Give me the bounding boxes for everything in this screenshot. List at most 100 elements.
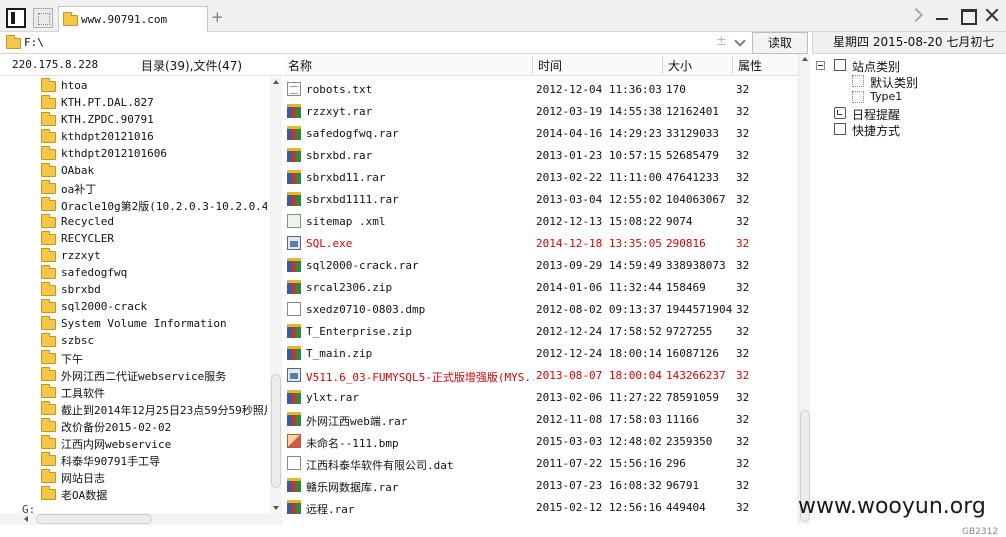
panel-toggle-icon[interactable] [6,8,26,28]
rar-file-icon [287,478,301,492]
file-attr: 32 [736,457,750,470]
scroll-left-icon[interactable] [24,516,28,522]
chevron-right-icon[interactable] [909,7,925,23]
folder-item[interactable]: kthdpt2012101606 [41,146,267,163]
file-time: 2012-12-13 15:08:22 [536,215,662,228]
category-icon [852,91,864,103]
folder-item[interactable]: Oracle10g第2版(10.2.0.3-10.2.0.4)_Z [41,197,267,214]
folder-label: 外网江西二代证webservice服务 [61,370,227,383]
file-attr: 32 [736,413,750,426]
file-row[interactable]: rzzxyt.rar 2012-03-19 14:55:38 12162401 32 [284,100,798,122]
folder-icon [41,282,56,296]
scroll-up-icon[interactable] [273,80,279,84]
file-row[interactable]: robots.txt 2012-12-04 11:36:03 170 32 [284,78,798,100]
folder-label: KTH.ZPDC.90791 [61,113,154,126]
file-row[interactable]: safedogfwq.rar 2014-04-16 14:29:23 3312903… [284,122,798,144]
file-row[interactable]: sitemap .xml 2012-12-13 15:08:22 9074 32 [284,210,798,232]
folder-item[interactable]: sql2000-crack [41,299,267,316]
file-row[interactable]: sql2000-crack.rar 2013-09-29 14:59:49 3389… [284,254,798,276]
scroll-thumb[interactable] [271,374,281,488]
scroll-up-icon[interactable] [802,57,808,61]
file-name: srcal2306.zip [306,281,393,294]
folder-item[interactable]: sbrxbd [41,282,267,299]
folder-label: htoa [61,79,88,92]
file-row[interactable]: 远程.rar 2015-02-12 12:56:16 449404 32 [284,496,798,518]
folder-item[interactable]: 截止到2014年12月25日23点59分59秒照片 [41,401,267,418]
folder-item[interactable]: System Volume Information [41,316,267,333]
file-size: 11166 [666,413,700,426]
collapse-icon[interactable] [816,61,825,70]
folder-tree-scrollbar[interactable] [270,77,282,513]
add-tab-icon[interactable]: + [211,8,224,26]
folder-label: 截止到2014年12月25日23点59分59秒照片 [61,404,267,417]
col-attr-header[interactable]: 属性 [738,57,762,74]
folder-item[interactable]: KTH.PT.DAL.827 [41,95,267,112]
watermark: www.wooyun.org [798,494,986,519]
file-row[interactable]: sbrxbd.rar 2013-01-23 10:57:15 52685479 32 [284,144,798,166]
folder-item[interactable]: 网站日志 [41,469,267,486]
rar-file-icon [287,170,301,184]
file-row[interactable]: srcal2306.zip 2014-01-06 11:32:44 158469 32 [284,276,798,298]
file-time: 2015-03-03 12:48:02 [536,435,662,448]
folder-item[interactable]: KTH.ZPDC.90791 [41,112,267,129]
folder-tree-hscrollbar[interactable] [0,513,282,525]
scroll-down-icon[interactable] [273,506,279,510]
tab-active[interactable]: www.90791.com [58,6,208,32]
folder-label: 改价备份2015-02-02 [61,421,172,434]
col-size-header[interactable]: 大小 [668,57,692,74]
file-row[interactable]: 赣乐网数据库.rar 2013-07-23 16:08:32 96791 32 [284,474,798,496]
folder-item[interactable]: rzzxyt [41,248,267,265]
folder-item[interactable]: RECYCLER [41,231,267,248]
folder-item[interactable]: Recycled [41,214,267,231]
file-attr: 32 [736,149,750,162]
folder-item[interactable]: szbsc [41,333,267,350]
close-icon[interactable] [984,7,1000,23]
folder-item[interactable]: 江西内网webservice [41,435,267,452]
address-bar[interactable]: F:\ ± [0,32,800,54]
folder-label: kthdpt2012101606 [61,147,167,160]
file-row[interactable]: sbrxbd11.rar 2013-02-22 11:11:00 47641233 3… [284,166,798,188]
file-size: 296 [666,457,686,470]
col-name-header[interactable]: 名称 [288,57,312,74]
file-row[interactable]: SQL.exe 2014-12-18 13:35:05 290816 32 [284,232,798,254]
rar-file-icon [287,192,301,206]
col-time-header[interactable]: 时间 [538,57,562,74]
folder-item[interactable]: htoa [41,78,267,95]
file-row[interactable]: 未命名--111.bmp 2015-03-03 12:48:02 2359350 32 [284,430,798,452]
folder-item[interactable]: 工具软件 [41,384,267,401]
rar-file-icon [287,258,301,272]
up-down-icon[interactable]: ± [716,34,727,49]
folder-item[interactable]: 改价备份2015-02-02 [41,418,267,435]
folder-icon [41,248,56,262]
chevron-down-icon[interactable] [734,35,746,47]
folder-item[interactable]: 老OA数据 [41,486,267,503]
blank-tab-icon[interactable] [33,8,53,28]
file-size: 290816 [666,237,706,250]
file-time: 2012-11-08 17:58:03 [536,413,662,426]
path-input[interactable]: F:\ [24,36,44,49]
file-attr: 32 [736,193,750,206]
folder-item[interactable]: oa补丁 [41,180,267,197]
read-button[interactable]: 读取 [752,32,808,54]
folder-item[interactable]: 下午 [41,350,267,367]
minimize-icon[interactable] [934,7,950,23]
file-row[interactable]: sxedz0710-0803.dmp 2012-08-02 09:13:37 194… [284,298,798,320]
file-row[interactable]: 江西科泰华软件有限公司.dat 2011-07-22 15:56:16 296 32 [284,452,798,474]
file-row[interactable]: T_main.zip 2012-12-24 18:00:14 16087126 32 [284,342,798,364]
folder-item[interactable]: 外网江西二代证webservice服务 [41,367,267,384]
folder-item[interactable]: kthdpt20121016 [41,129,267,146]
tree-label: 站点类别 [852,60,901,74]
file-row[interactable]: V511.6_03-FUMYSQL5-正式版增强版(MYS... 2013-08-… [284,364,798,386]
category-icon [834,59,846,71]
folder-item[interactable]: safedogfwq [41,265,267,282]
txt-file-icon [287,82,301,96]
file-row[interactable]: T_Enterprise.zip 2012-12-24 17:58:52 97272… [284,320,798,342]
hscroll-thumb[interactable] [36,514,152,524]
file-row[interactable]: ylxt.rar 2013-02-06 11:27:22 78591059 32 [284,386,798,408]
file-row[interactable]: sbrxbd1111.rar 2013-03-04 12:55:02 1040630… [284,188,798,210]
file-row[interactable]: 外网江西web端.rar 2012-11-08 17:58:03 11166 32 [284,408,798,430]
folder-item[interactable]: OAbak [41,163,267,180]
maximize-icon[interactable] [959,7,977,25]
folder-item[interactable]: 科泰华90791手工导 [41,452,267,469]
file-list-scrollbar[interactable] [798,54,810,524]
